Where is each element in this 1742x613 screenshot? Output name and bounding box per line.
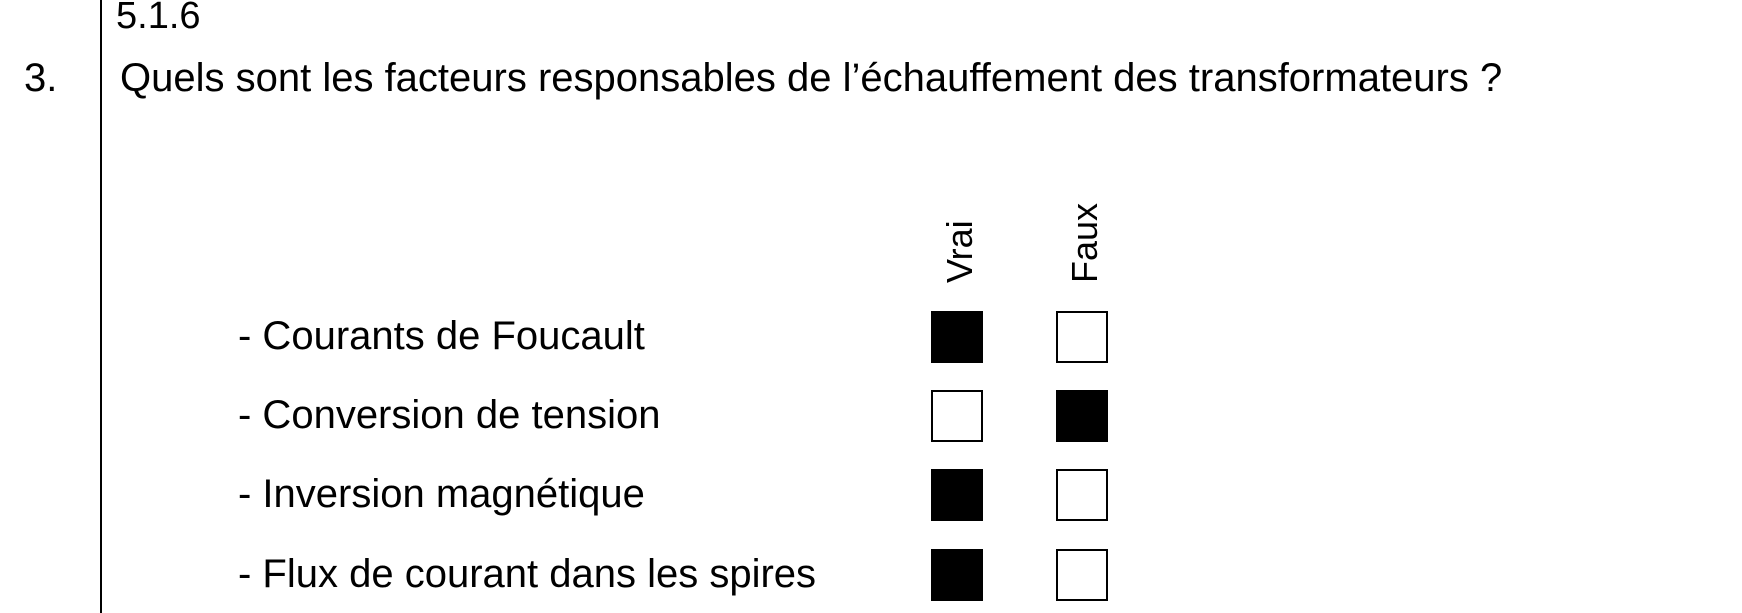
checkbox-faux-conversion-de-tension[interactable] [1056,390,1108,442]
question-text: Quels sont les facteurs responsables de … [120,56,1503,100]
column-header-faux: Faux [1064,202,1105,283]
question-number: 3. [24,56,58,100]
checkbox-faux-inversion-magnetique[interactable] [1056,469,1108,521]
checkbox-vrai-conversion-de-tension[interactable] [931,390,983,442]
checkbox-vrai-flux-de-courant-dans-les-spires[interactable] [931,549,983,601]
item-label-inversion-magnetique: - Inversion magnétique [238,472,645,516]
column-header-vrai: Vrai [939,220,980,283]
checkbox-vrai-courants-de-foucault[interactable] [931,311,983,363]
checkbox-faux-courants-de-foucault[interactable] [1056,311,1108,363]
item-label-courants-de-foucault: - Courants de Foucault [238,314,645,358]
section-reference: 5.1.6 [116,0,201,37]
left-margin-line [100,0,102,613]
item-label-conversion-de-tension: - Conversion de tension [238,393,661,437]
item-label-flux-de-courant-dans-les-spires: - Flux de courant dans les spires [238,552,817,596]
checkbox-faux-flux-de-courant-dans-les-spires[interactable] [1056,549,1108,601]
checkbox-vrai-inversion-magnetique[interactable] [931,469,983,521]
